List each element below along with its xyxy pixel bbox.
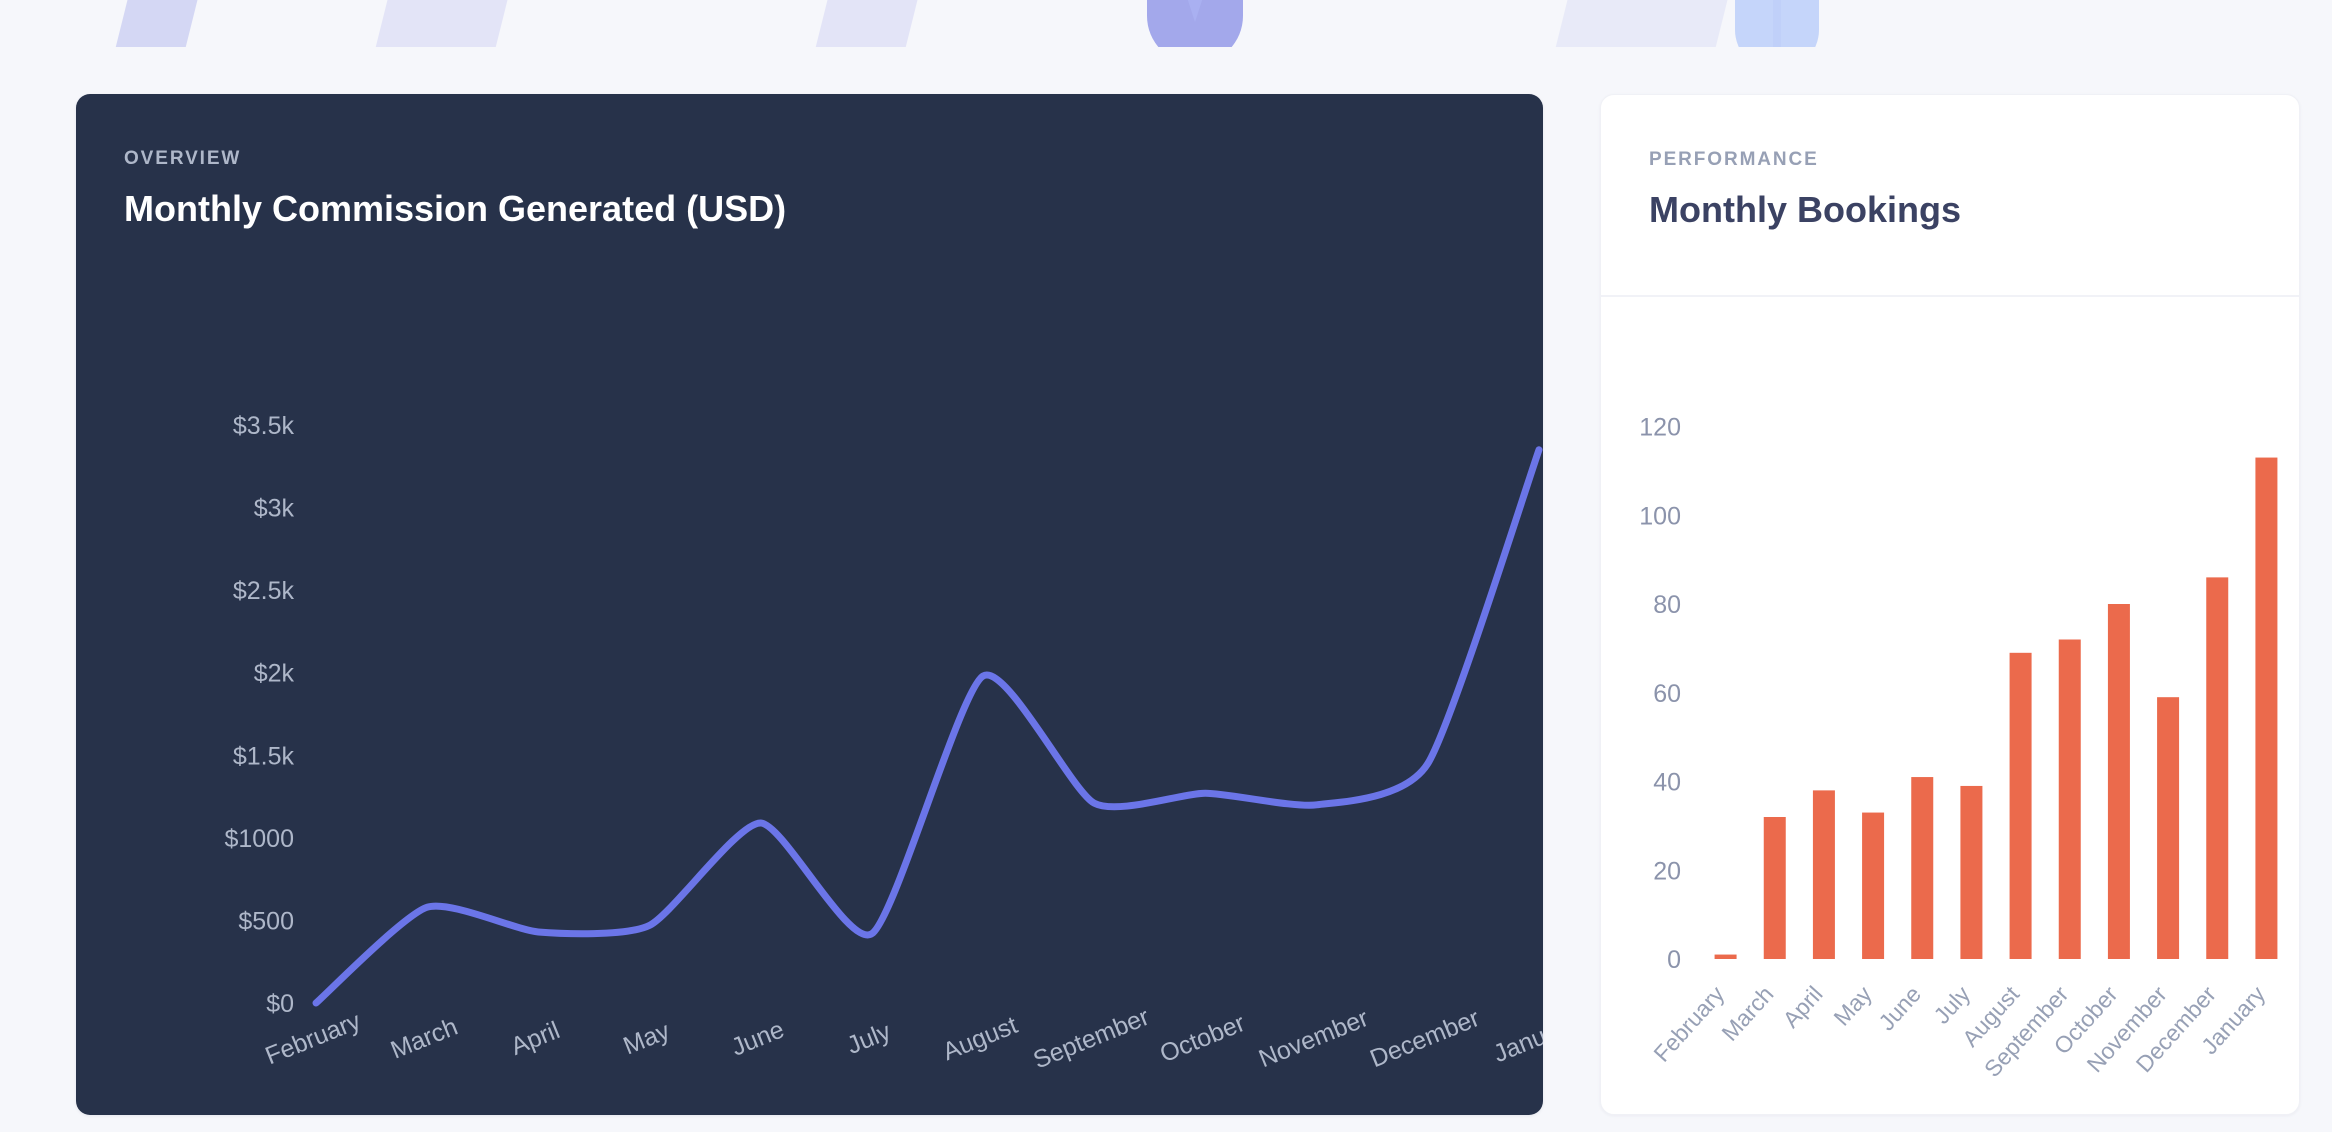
bookings-bar-chart: 0 20 40 60 80 100 120 February March April May Jun…	[1601, 95, 2299, 1116]
bar-y-tick-label: 80	[1653, 591, 1681, 619]
bar-y-tick-label: 0	[1667, 946, 1681, 974]
bar-x-tick-label: April	[1778, 981, 1828, 1033]
line-x-tick-label: November	[1255, 1004, 1372, 1073]
banner-stripe-decoration	[367, 0, 513, 47]
bar	[2157, 697, 2180, 959]
bookings-series-bars	[1714, 457, 2278, 960]
line-x-tick-label: April	[507, 1016, 564, 1061]
bar-y-tick-label: 120	[1639, 414, 1681, 442]
overview-card: OVERVIEW Monthly Commission Generated (U…	[76, 94, 1543, 1115]
bar-chart-svg: 0 20 40 60 80 100 120 FebruaryMarch April MayJun…	[1639, 414, 2278, 1082]
bar	[2255, 457, 2278, 959]
line-chart-x-axis: February March April May June July August Septe…	[261, 1003, 1543, 1075]
bar	[2206, 577, 2229, 960]
commission-series-line	[312, 446, 1543, 1007]
bar-x-tick-label: March	[1716, 981, 1778, 1046]
line-x-tick-label: March	[387, 1013, 462, 1065]
line-y-tick-label: $3k	[254, 495, 295, 523]
commission-line-chart: $0 $500 $1000 $1.5k $2k $2.5k $3k $3.5k Februar…	[76, 94, 1543, 1115]
dashboard-content: OVERVIEW Monthly Commission Generated (U…	[0, 47, 2332, 1132]
bar	[1960, 785, 1983, 959]
line-y-tick-label: $0	[266, 990, 294, 1018]
bar-y-tick-label: 40	[1653, 769, 1681, 797]
bar	[1911, 777, 1934, 959]
bar-y-tick-label: 20	[1653, 857, 1681, 885]
bar	[2009, 652, 2032, 959]
line-y-tick-label: $500	[238, 907, 294, 935]
bar-chart-y-axis: 0 20 40 60 80 100 120	[1639, 414, 1681, 975]
line-x-tick-label: June	[727, 1015, 788, 1061]
bar-y-tick-label: 60	[1653, 680, 1681, 708]
badge-decoration-icon	[1735, 0, 1819, 47]
bar	[1812, 790, 1835, 960]
bar	[2058, 639, 2081, 959]
bar-y-tick-label: 100	[1639, 502, 1681, 530]
line-x-tick-label: May	[619, 1017, 674, 1061]
bar-chart-x-axis: FebruaryMarch April MayJune JulyAugustSepte…	[1648, 980, 2270, 1081]
bar	[2107, 604, 2130, 959]
line-x-tick-label: July	[843, 1017, 895, 1060]
bar	[1862, 812, 1885, 959]
line-y-tick-label: $3.5k	[233, 412, 295, 440]
bar-x-tick-label: June	[1873, 981, 1926, 1035]
line-y-tick-label: $1.5k	[233, 742, 295, 770]
line-x-tick-label: January	[1490, 1009, 1543, 1068]
line-chart-y-axis: $0 $500 $1000 $1.5k $2k $2.5k $3k $3.5k	[224, 412, 294, 1018]
line-chart-svg: $0$500$1000$1.5k$2k$2.5k$3k$3.5k Februar…	[224, 412, 1543, 1075]
line-x-tick-label: September	[1029, 1003, 1153, 1075]
line-x-tick-label: October	[1156, 1009, 1249, 1068]
line-y-tick-label: $2k	[254, 660, 295, 688]
line-x-tick-label: December	[1366, 1004, 1483, 1073]
banner-stripe-decoration	[807, 0, 923, 47]
banner-stripe-decoration	[107, 0, 203, 47]
bar	[1714, 954, 1737, 959]
shield-decoration-icon	[1147, 0, 1243, 47]
performance-card: PERFORMANCE Monthly Bookings 0 20 40 60 80 10…	[1600, 94, 2300, 1115]
bar	[1763, 817, 1786, 959]
line-y-tick-label: $2.5k	[233, 577, 295, 605]
line-y-tick-label: $1000	[224, 825, 294, 853]
banner-stripe-decoration	[1547, 0, 1733, 47]
top-banner	[0, 0, 2332, 47]
line-x-tick-label: August	[939, 1011, 1022, 1066]
bar-x-tick-label: May	[1828, 981, 1877, 1031]
bar-x-tick-label: February	[1648, 981, 1729, 1067]
